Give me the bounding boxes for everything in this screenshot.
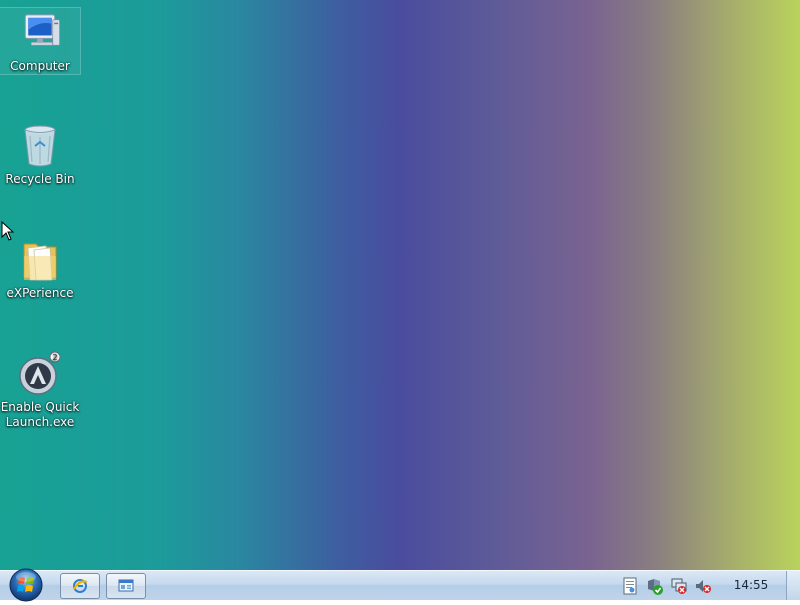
quick-launch-browser-button[interactable]: [60, 573, 100, 599]
windows-start-orb-icon[interactable]: [6, 565, 46, 605]
taskbar: 14:55: [0, 568, 800, 602]
desktop-icon-label: Enable Quick Launch.exe: [0, 400, 80, 429]
notes-icon[interactable]: [621, 577, 639, 595]
mouse-cursor-icon: [1, 221, 15, 241]
launch-app-icon: 2: [19, 351, 61, 395]
desktop-icon-label: eXPerience: [6, 286, 74, 300]
desktop[interactable]: Computer Recycle Bin eXPerience 2 Enable…: [0, 0, 800, 570]
taskbar-clock[interactable]: 14:55: [728, 578, 774, 592]
security-shield-icon[interactable]: [646, 577, 664, 595]
show-desktop-button[interactable]: [786, 571, 800, 600]
browser-icon: [73, 579, 88, 593]
desktop-icon-experience-folder[interactable]: eXPerience: [0, 234, 80, 301]
volume-muted-icon[interactable]: [694, 577, 712, 595]
recycle-bin-icon: [24, 125, 56, 167]
desktop-icon-recycle-bin[interactable]: Recycle Bin: [0, 120, 80, 187]
window-switcher-icon: [118, 579, 134, 592]
desktop-icon-enable-quick-launch[interactable]: 2 Enable Quick Launch.exe: [0, 348, 80, 430]
desktop-icon-label: Computer: [10, 59, 70, 73]
folder-icon: [23, 243, 57, 281]
desktop-icon-label: Recycle Bin: [5, 172, 75, 186]
desktop-icon-computer[interactable]: Computer: [0, 7, 81, 75]
computer-icon: [24, 14, 60, 46]
network-icon[interactable]: [670, 577, 688, 595]
quick-launch-window-button[interactable]: [106, 573, 146, 599]
svg-text:2: 2: [52, 353, 57, 362]
